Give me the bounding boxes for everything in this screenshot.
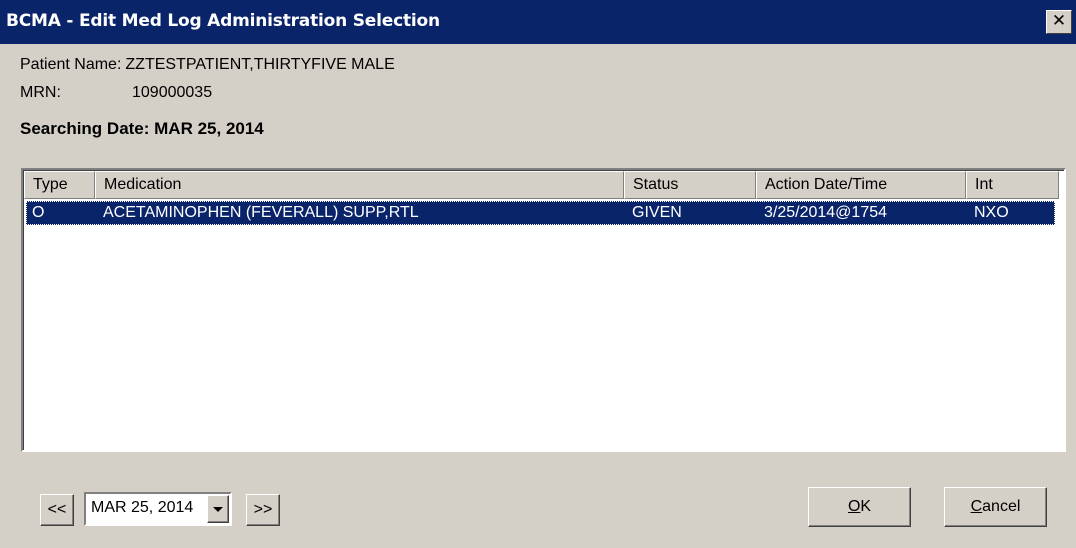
column-header-action-datetime[interactable]: Action Date/Time [756,171,966,199]
close-button[interactable]: ✕ [1046,10,1072,34]
searching-date: Searching Date: MAR 25, 2014 [20,119,264,138]
title-bar: BCMA - Edit Med Log Administration Selec… [0,0,1076,44]
cell-int: NXO [974,204,1009,221]
mrn-value: 109000035 [132,84,213,101]
ok-label: K [860,498,872,515]
patient-name-row: Patient Name: ZZTESTPATIENT,THIRTYFIVE MA… [20,56,395,74]
column-header-int[interactable]: Int [966,171,1059,199]
cell-type: O [32,204,45,221]
previous-date-label: << [47,501,67,518]
column-header-status[interactable]: Status [624,171,756,199]
next-date-label: >> [253,501,273,518]
table-row[interactable]: O ACETAMINOPHEN (FEVERALL) SUPP,RTL GIVE… [26,201,1055,225]
window-title: BCMA - Edit Med Log Administration Selec… [6,11,440,31]
patient-name-value: ZZTESTPATIENT,THIRTYFIVE MALE [125,56,395,73]
patient-name-label: Patient Name: [20,56,122,73]
chevron-down-icon [213,507,223,512]
column-header-type[interactable]: Type [24,171,95,199]
date-value: MAR 25, 2014 [91,499,194,516]
column-header-medication[interactable]: Medication [95,171,624,199]
cell-medication: ACETAMINOPHEN (FEVERALL) SUPP,RTL [103,204,419,221]
mrn-label: MRN: [20,84,61,101]
previous-date-button[interactable]: << [40,494,74,526]
close-icon: ✕ [1051,11,1067,31]
cell-action-datetime: 3/25/2014@1754 [764,204,888,221]
ok-hotkey: O [847,498,861,515]
next-date-button[interactable]: >> [246,494,280,526]
mrn-row: MRN: 109000035 [20,84,212,102]
ok-button[interactable]: OK [808,487,911,527]
date-dropdown-button[interactable] [207,495,229,523]
cancel-hotkey: C [970,498,983,515]
cell-status: GIVEN [632,204,682,221]
date-combobox[interactable]: MAR 25, 2014 [84,492,232,526]
cancel-label: ancel [982,498,1021,515]
cancel-button[interactable]: Cancel [944,487,1047,527]
med-log-list[interactable]: Type Medication Status Action Date/Time … [21,168,1066,452]
